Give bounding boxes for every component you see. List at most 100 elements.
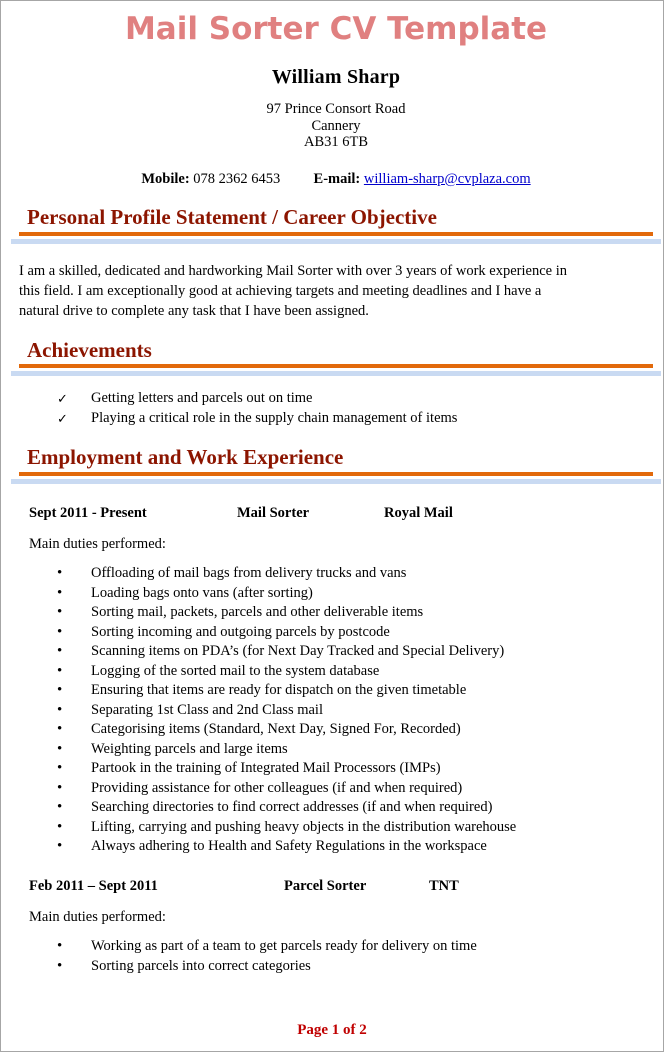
job-duty-text: Offloading of mail bags from delivery tr… (91, 565, 407, 582)
check-icon: ✓ (57, 391, 68, 407)
achievement-text: Playing a critical role in the supply ch… (91, 409, 458, 426)
bullet-icon: • (57, 623, 63, 640)
job-duty-item: • Categorising items (Standard, Next Day,… (19, 720, 653, 740)
job-duty-text: Sorting incoming and outgoing parcels by… (91, 623, 390, 640)
job-duties-list: • Working as part of a team to get parcel… (19, 937, 653, 976)
job-duty-item: • Sorting mail, packets, parcels and othe… (19, 603, 653, 623)
job-title: Parcel Sorter (284, 877, 367, 894)
cv-page: Mail Sorter CV Template William Sharp 97… (0, 0, 664, 1052)
bullet-icon: • (57, 760, 63, 777)
job-duties-label: Main duties performed: (29, 535, 166, 552)
job-duty-item: • Always adhering to Health and Safety Re… (19, 837, 653, 857)
bullet-icon: • (57, 838, 63, 855)
job-entry: Feb 2011 – Sept 2011 Parcel Sorter TNT Main… (19, 879, 653, 977)
section-heading-personal-profile: Personal Profile Statement / Career Obje… (27, 205, 437, 229)
heading-rule-orange (19, 364, 653, 369)
job-duty-item: • Loading bags onto vans (after sorting) (19, 584, 653, 604)
job-duty-item: • Searching directories to find correct a… (19, 798, 653, 818)
job-duty-item: • Scanning items on PDA’s (for Next Day T… (19, 642, 653, 662)
bullet-icon: • (57, 565, 63, 582)
job-duties-list: • Offloading of mail bags from delivery t… (19, 564, 653, 857)
section-employment: Employment and Work Experience Sept 2011… (11, 445, 661, 977)
address-block: 97 Prince Consort Road Cannery AB31 6TB (19, 101, 653, 151)
mobile-label: Mobile: (141, 170, 190, 187)
job-duty-text: Partook in the training of Integrated Ma… (91, 760, 441, 777)
job-duty-item: • Partook in the training of Integrated M… (19, 759, 653, 779)
section-heading-employment: Employment and Work Experience (27, 445, 344, 470)
heading-rule-blue (11, 478, 661, 484)
bullet-icon: • (57, 740, 63, 757)
bullet-icon: • (57, 682, 63, 699)
section-achievements: Achievements ✓ Getting letters and parcel… (11, 337, 661, 429)
address-line-1: 97 Prince Consort Road (266, 101, 406, 117)
email-label: E-mail: (313, 170, 361, 187)
job-duty-item: • Lifting, carrying and pushing heavy obj… (19, 818, 653, 838)
email-link[interactable]: william-sharp@cvplaza.com (364, 171, 531, 187)
jobs-container: Sept 2011 - Present Mail Sorter Royal Mail… (19, 506, 653, 977)
bullet-icon: • (57, 604, 63, 621)
bullet-icon: • (57, 957, 63, 974)
bullet-icon: • (57, 584, 63, 601)
check-icon: ✓ (57, 410, 68, 426)
achievement-text: Getting letters and parcels out on time (91, 390, 313, 407)
bullet-icon: • (57, 818, 63, 835)
bullet-icon: • (57, 779, 63, 796)
job-duty-text: Lifting, carrying and pushing heavy obje… (91, 818, 517, 835)
job-header: Feb 2011 – Sept 2011 Parcel Sorter TNT (19, 879, 653, 896)
bullet-icon: • (57, 643, 63, 660)
job-duty-text: Weighting parcels and large items (91, 740, 288, 757)
job-duty-text: Always adhering to Health and Safety Reg… (91, 838, 487, 855)
achievement-item: ✓ Playing a critical role in the supply c… (19, 409, 653, 429)
bullet-icon: • (57, 662, 63, 679)
job-dates: Feb 2011 – Sept 2011 (29, 877, 158, 894)
job-duty-text: Separating 1st Class and 2nd Class mail (91, 701, 323, 718)
personal-profile-text: I am a skilled, dedicated and hardworkin… (19, 262, 567, 319)
job-duty-item: • Ensuring that items are ready for dispa… (19, 681, 653, 701)
mobile-value: 078 2362 6453 (193, 170, 281, 187)
job-duty-item: • Sorting parcels into correct categories (19, 957, 653, 977)
job-duty-item: • Working as part of a team to get parcel… (19, 937, 653, 957)
achievement-item: ✓ Getting letters and parcels out on time (19, 389, 653, 409)
job-dates: Sept 2011 - Present (29, 504, 147, 521)
heading-rule-orange (19, 471, 653, 476)
address-line-3: AB31 6TB (303, 134, 369, 150)
job-duty-item: • Weighting parcels and large items (19, 740, 653, 760)
page-title: Mail Sorter CV Template (124, 11, 548, 47)
heading-rule-blue (11, 371, 661, 377)
job-entry: Sept 2011 - Present Mail Sorter Royal Mail… (19, 506, 653, 857)
job-duty-text: Categorising items (Standard, Next Day, … (91, 721, 461, 738)
job-duty-item: • Separating 1st Class and 2nd Class mail (19, 701, 653, 721)
candidate-name: William Sharp (271, 66, 401, 88)
job-duty-text: Ensuring that items are ready for dispat… (91, 682, 467, 699)
job-duty-item: • Sorting incoming and outgoing parcels b… (19, 623, 653, 643)
page-number-footer: Page 1 of 2 (297, 1022, 367, 1038)
job-duty-item: • Offloading of mail bags from delivery t… (19, 564, 653, 584)
job-duty-text: Searching directories to find correct ad… (91, 799, 493, 816)
job-duty-text: Working as part of a team to get parcels… (91, 938, 477, 955)
achievements-list: ✓ Getting letters and parcels out on time… (19, 389, 653, 428)
address-line-2: Cannery (311, 117, 361, 134)
job-duties-label: Main duties performed: (29, 908, 166, 925)
bullet-icon: • (57, 799, 63, 816)
bullet-icon: • (57, 701, 63, 718)
job-employer: Royal Mail (384, 504, 453, 521)
contact-line: Mobile: 078 2362 6453 E-mail: william-sh… (19, 170, 653, 187)
heading-rule-blue (11, 238, 661, 244)
page-content: Mail Sorter CV Template William Sharp 97… (1, 14, 663, 976)
bullet-icon: • (57, 721, 63, 738)
job-duty-text: Sorting mail, packets, parcels and other… (91, 604, 424, 621)
job-duty-text: Sorting parcels into correct categories (91, 957, 311, 974)
job-employer: TNT (429, 877, 459, 894)
job-title: Mail Sorter (237, 504, 310, 521)
job-duty-text: Logging of the sorted mail to the system… (91, 662, 380, 679)
job-duty-text: Providing assistance for other colleague… (91, 779, 463, 796)
job-duty-item: • Logging of the sorted mail to the syste… (19, 662, 653, 682)
section-personal-profile: Personal Profile Statement / Career Obje… (11, 205, 661, 321)
job-header: Sept 2011 - Present Mail Sorter Royal Mail (19, 506, 653, 523)
job-duty-item: • Providing assistance for other colleagu… (19, 779, 653, 799)
bullet-icon: • (57, 938, 63, 955)
section-heading-achievements: Achievements (27, 337, 152, 362)
heading-rule-orange (19, 231, 653, 236)
job-duty-text: Loading bags onto vans (after sorting) (91, 584, 313, 601)
job-duty-text: Scanning items on PDA’s (for Next Day Tr… (91, 643, 505, 660)
